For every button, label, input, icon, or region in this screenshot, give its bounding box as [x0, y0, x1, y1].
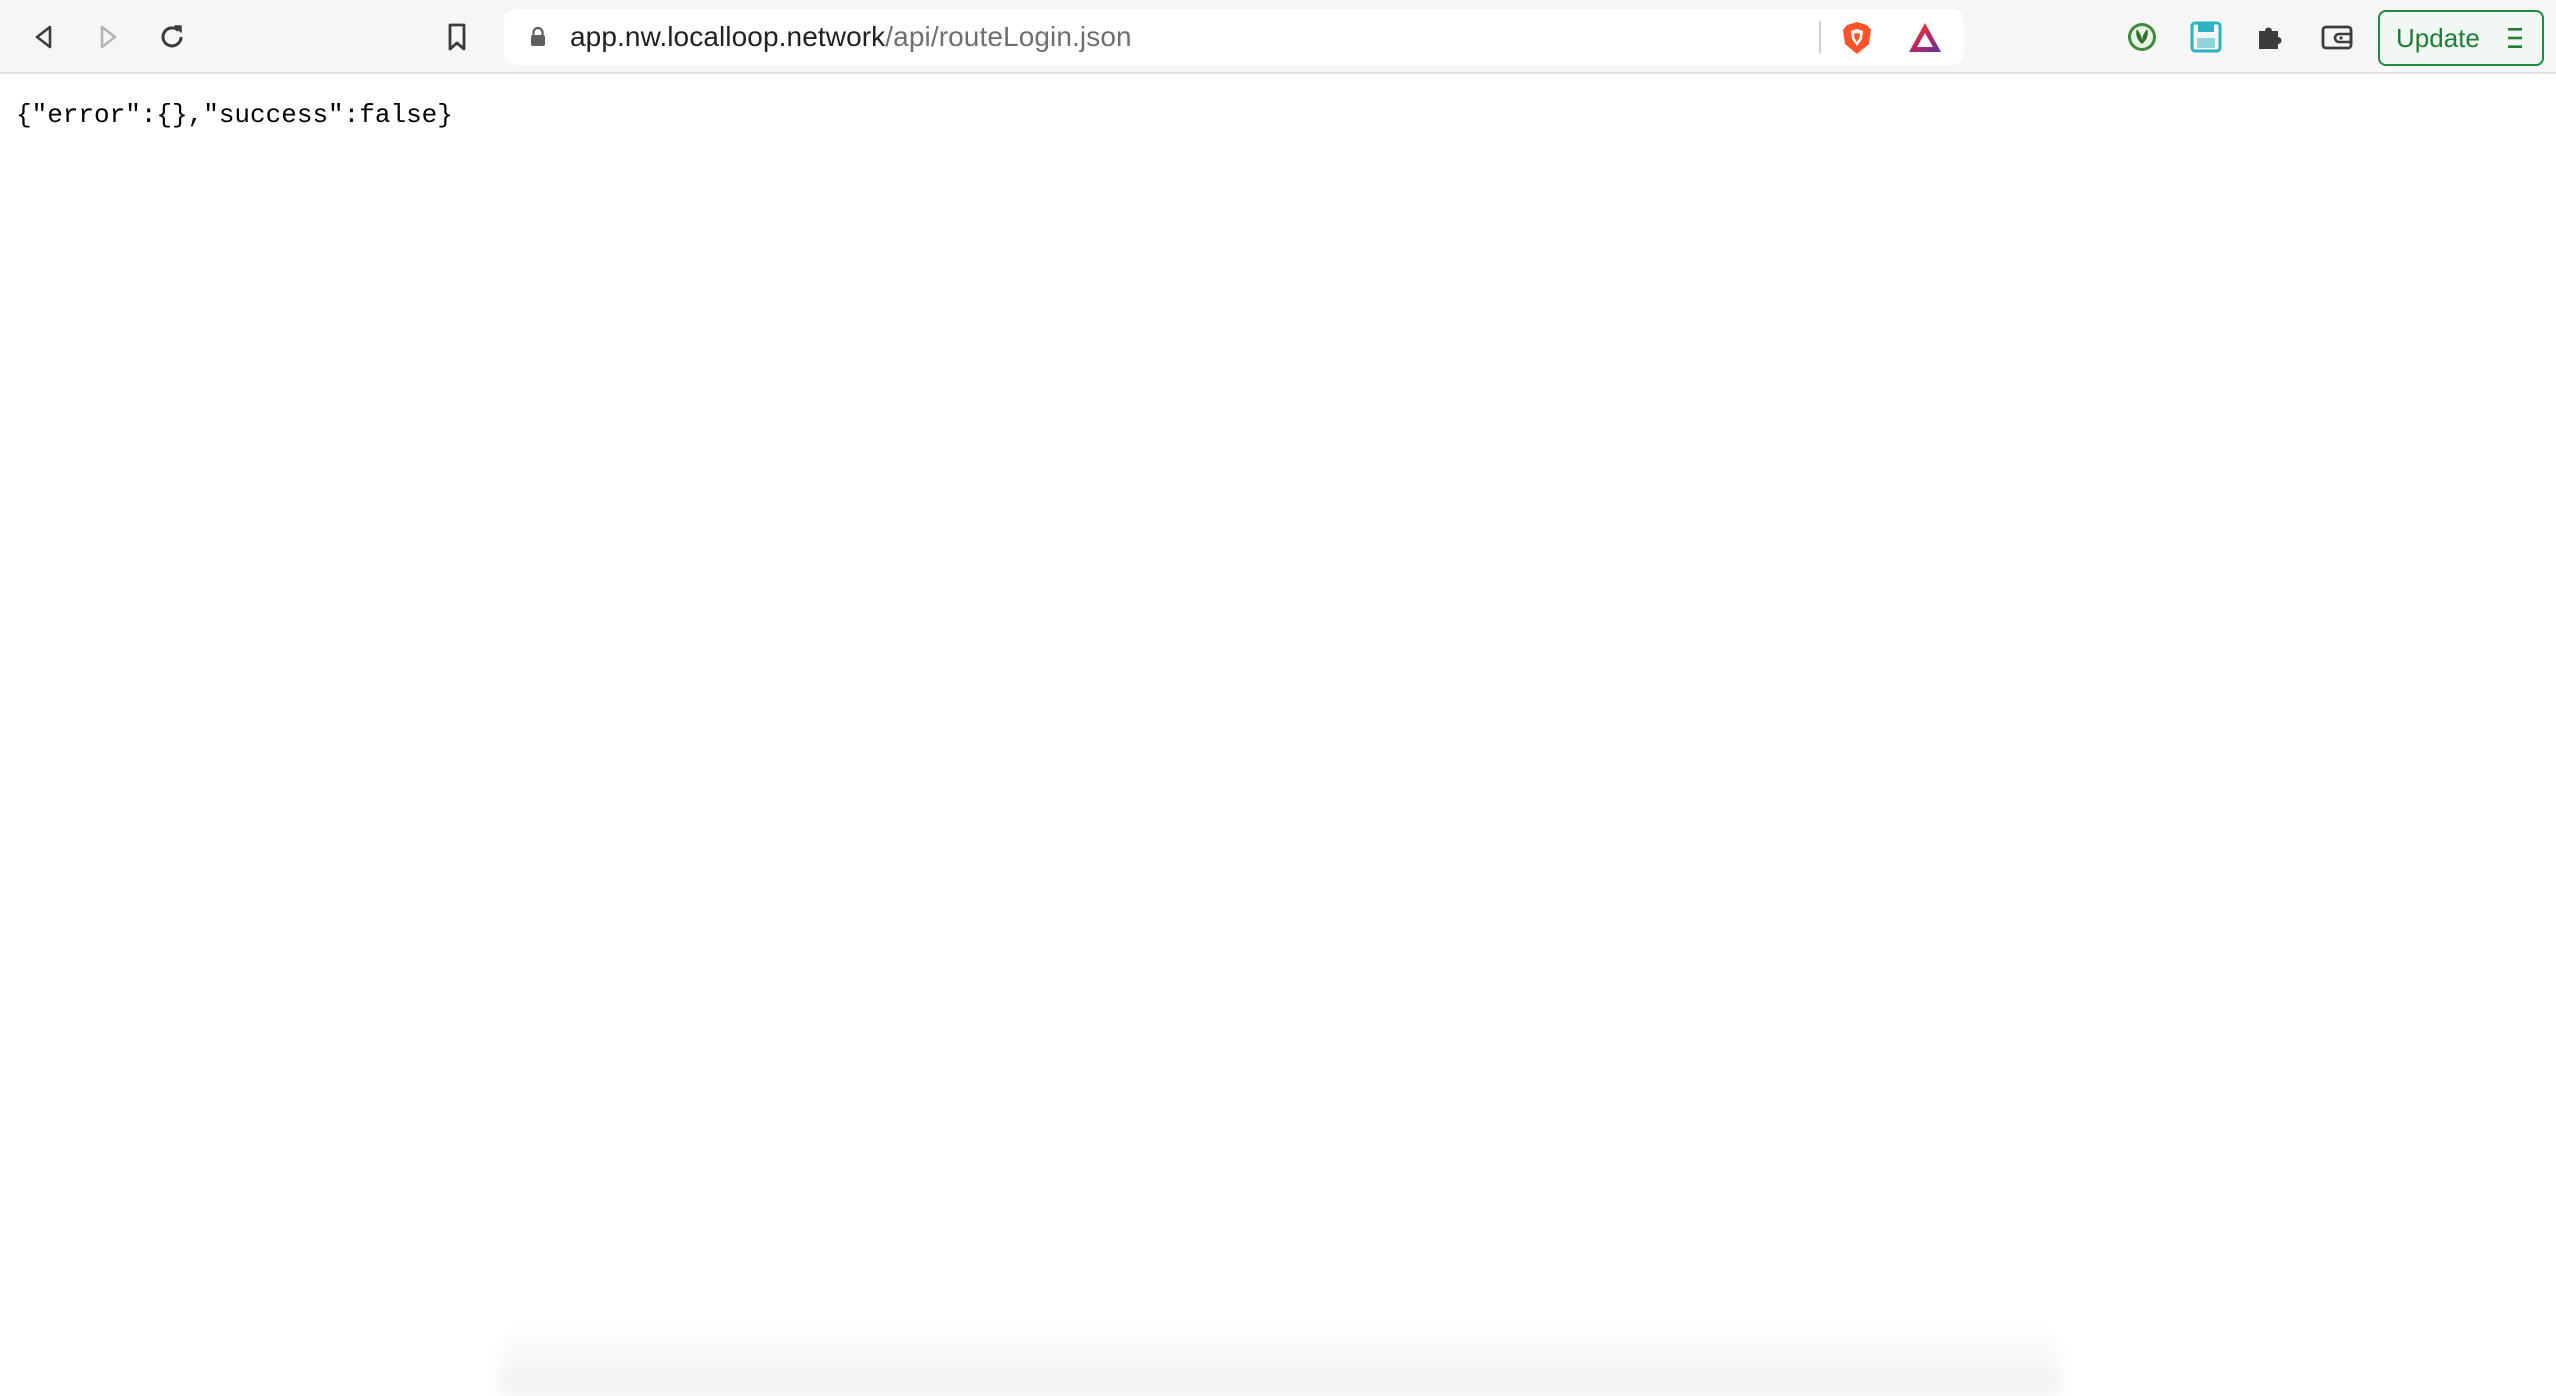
brave-shield-icon[interactable]: [1838, 19, 1876, 57]
back-button[interactable]: [20, 13, 68, 61]
bookmark-button[interactable]: [433, 13, 481, 61]
hamburger-menu-icon: [2508, 28, 2522, 48]
forward-button[interactable]: [84, 13, 132, 61]
green-extension-icon: [2128, 23, 2156, 51]
save-extension-icon: [2190, 21, 2222, 53]
json-response-text: {"error":{},"success":false}: [16, 100, 453, 130]
puzzle-icon: [2259, 27, 2282, 49]
address-bar[interactable]: app.nw.localloop.network/api/routeLogin.…: [504, 9, 1964, 65]
back-arrow-icon: [35, 25, 52, 49]
url-path: /api/routeLogin.json: [885, 21, 1132, 52]
wallet-icon: [2321, 25, 2353, 50]
green-extension-button[interactable]: [2118, 13, 2166, 61]
browser-toolbar: app.nw.localloop.network/api/routeLogin.…: [0, 0, 2556, 74]
url-text[interactable]: app.nw.localloop.network/api/routeLogin.…: [570, 9, 1132, 65]
update-button[interactable]: Update: [2378, 10, 2544, 66]
brave-rewards-icon[interactable]: [1906, 19, 1944, 57]
lock-icon: [531, 26, 545, 46]
reload-button[interactable]: [148, 13, 196, 61]
address-bar-divider: [1819, 21, 1821, 53]
save-extension-button[interactable]: [2182, 13, 2230, 61]
reload-icon: [161, 25, 183, 48]
forward-arrow-icon: [100, 25, 117, 49]
extensions-button[interactable]: [2246, 13, 2294, 61]
url-host: app.nw.localloop.network: [570, 21, 886, 52]
update-label: Update: [2396, 22, 2480, 53]
wallet-button[interactable]: [2313, 13, 2361, 61]
bottom-shadow: [500, 1320, 2060, 1396]
bookmark-icon: [448, 23, 466, 51]
